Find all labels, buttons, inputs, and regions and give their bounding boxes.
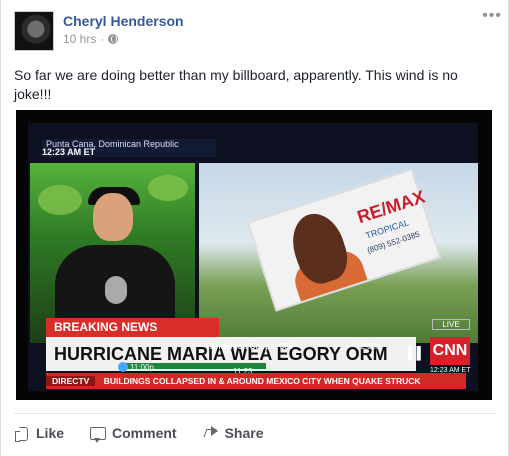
post-text: So far we are doing better than my billb… [14, 67, 458, 102]
reporter-head [93, 193, 133, 241]
more-options-icon[interactable]: ••• [482, 7, 502, 25]
tv-program-name: Anderson Cooper 360 [210, 342, 294, 351]
tv-time-start: 11:00p [130, 363, 154, 372]
meta-dot: · [100, 32, 105, 46]
palm-leaf [38, 185, 82, 215]
share-icon [203, 425, 219, 441]
post-photo[interactable]: RE/MAX TROPICAL (809) 552-0385 Punta Can… [16, 110, 492, 400]
share-button[interactable]: Share [203, 425, 264, 441]
share-label: Share [224, 425, 264, 441]
tv-time-top: 12:23 AM ET [42, 147, 96, 157]
action-divider [14, 413, 496, 414]
post-actions: Like Comment Share [14, 421, 496, 445]
reporter-scene [30, 163, 195, 343]
comment-icon [90, 427, 107, 443]
post-header: Cheryl Henderson 10 hrs · ••• [14, 7, 501, 51]
palm-leaf [148, 175, 188, 201]
facebook-post: Cheryl Henderson 10 hrs · ••• So far we … [0, 0, 509, 456]
globe-icon [108, 34, 119, 44]
ticker-tag: DIRECTV [46, 376, 96, 386]
author-name[interactable]: Cheryl Henderson [63, 13, 184, 29]
live-badge: LIVE [432, 319, 470, 330]
like-label: Like [36, 425, 65, 441]
play-head-icon[interactable] [118, 362, 128, 372]
comment-label: Comment [112, 425, 177, 441]
billboard-scene: RE/MAX TROPICAL (809) 552-0385 [199, 163, 478, 343]
post-meta: 10 hrs · [63, 32, 119, 46]
tv-screen: RE/MAX TROPICAL (809) 552-0385 Punta Can… [28, 123, 478, 391]
like-icon [14, 425, 30, 442]
news-ticker: DIRECTV BUILDINGS COLLAPSED IN & AROUND … [46, 373, 466, 389]
comment-button[interactable]: Comment [90, 425, 177, 443]
avatar[interactable] [14, 11, 54, 51]
ticker-text: BUILDINGS COLLAPSED IN & AROUND MEXICO C… [103, 376, 421, 386]
microphone-icon [105, 276, 127, 304]
cnn-logo: CNN [430, 337, 470, 365]
breaking-news-label: BREAKING NEWS [46, 318, 219, 337]
billboard: RE/MAX TROPICAL (809) 552-0385 [246, 168, 442, 312]
like-button[interactable]: Like [14, 425, 65, 442]
post-time[interactable]: 10 hrs [63, 32, 96, 46]
pause-icon[interactable]: ▌▌ [408, 346, 425, 360]
tv-time-end: 12:00a [356, 342, 381, 351]
